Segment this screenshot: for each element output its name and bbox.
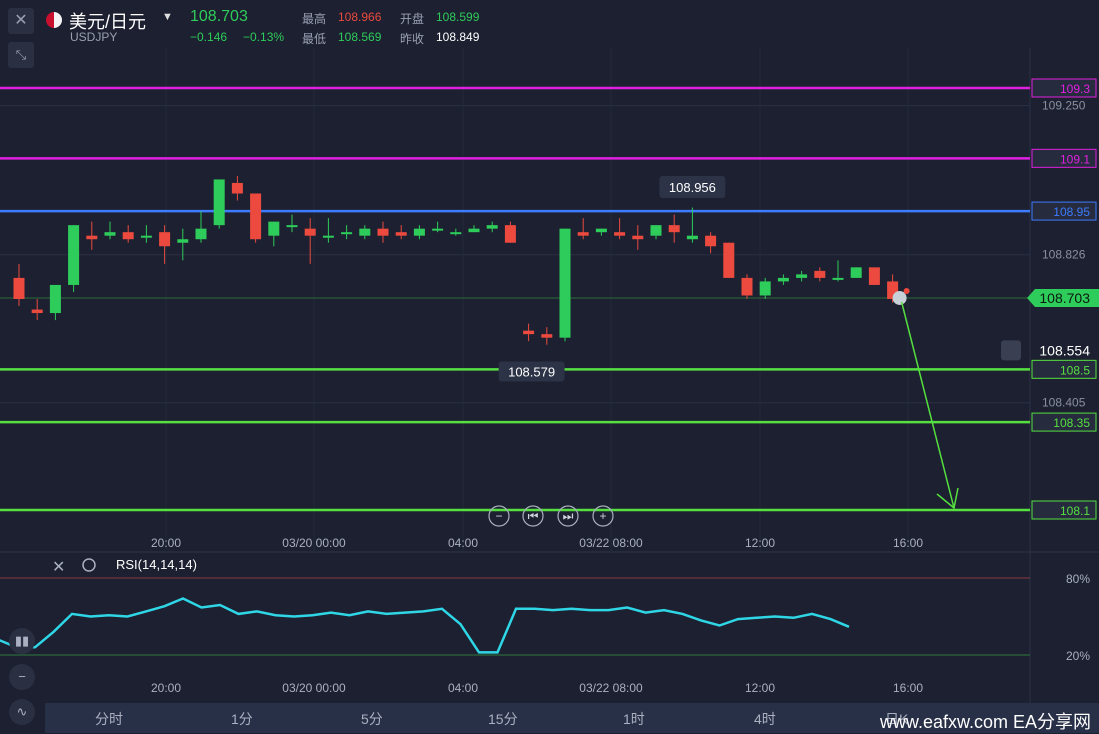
candle-body (450, 232, 462, 235)
tab-4h[interactable]: 4时 (754, 709, 776, 729)
candle-body (577, 232, 589, 236)
candle-body (705, 235, 717, 247)
candle-body (559, 228, 571, 338)
candle-body (468, 228, 480, 233)
chart-canvas[interactable]: 109.250 108.826 108.405 20:00 03/20 00:00 04:… (0, 0, 1099, 733)
x-tick-label: 20:00 (151, 536, 181, 550)
candle-body (304, 228, 316, 236)
candle-body (286, 225, 298, 228)
candle-body (413, 228, 425, 236)
zoom-out-icon-glyph: − (495, 509, 502, 523)
tab-1h[interactable]: 1时 (623, 709, 645, 729)
level-label: 108.95 (1053, 205, 1090, 219)
candle-body (632, 235, 644, 240)
candle-body (104, 232, 116, 236)
candle-body (504, 225, 516, 243)
prev-icon-glyph: ⏮ (528, 509, 539, 523)
candle-body (213, 179, 225, 226)
candle-body (231, 182, 243, 194)
rsi-tick-label: 20% (1066, 649, 1090, 663)
candle-body (122, 232, 134, 240)
x-tick-label: 04:00 (448, 536, 478, 550)
candle-body (322, 235, 334, 238)
candle-body (31, 309, 43, 314)
rsi-x-tick-label: 20:00 (151, 681, 181, 695)
candle-body (595, 228, 607, 233)
max-price-label: 108.956 (669, 180, 716, 195)
candle-body (759, 281, 771, 296)
level-label: 109.3 (1060, 82, 1090, 96)
tab-15min[interactable]: 15分 (488, 709, 518, 729)
candle-body (868, 267, 880, 285)
candle-body (614, 232, 626, 236)
rsi-x-tick-label: 03/20 00:00 (282, 681, 346, 695)
tab-5min[interactable]: 5分 (361, 709, 383, 729)
site-watermark: www.eafxw.com EA分享网 (879, 712, 1091, 732)
candle-body (159, 232, 171, 247)
candle-body (486, 225, 498, 229)
candle-body (850, 267, 862, 278)
candle-body (49, 284, 61, 314)
rsi-title: RSI(14,14,14) (116, 557, 197, 572)
candle-body (723, 242, 735, 278)
current-price-label: 108.703 (1039, 290, 1090, 306)
candle-body (686, 235, 698, 240)
candle-body (741, 277, 753, 296)
rsi-x-tick-label: 03/22 08:00 (579, 681, 643, 695)
rsi-line (0, 597, 850, 654)
candle-body (668, 225, 680, 233)
level-label: 108.1 (1060, 504, 1090, 518)
x-tick-label: 03/20 00:00 (282, 536, 346, 550)
forecast-arrowhead (936, 487, 959, 510)
candle-body (432, 228, 444, 231)
candle-body (86, 235, 98, 240)
y-tick-label: 108.826 (1042, 248, 1086, 262)
min-price-label: 108.579 (508, 365, 555, 380)
rsi-x-tick-label: 16:00 (893, 681, 923, 695)
zoom-in-icon-glyph: + (599, 509, 606, 523)
y-tick-label: 109.250 (1042, 99, 1086, 113)
rsi-x-tick-label: 04:00 (448, 681, 478, 695)
next-icon-glyph: ⏭ (563, 509, 574, 523)
candle-body (796, 274, 808, 278)
candle-body (68, 225, 80, 285)
tab-1min[interactable]: 1分 (231, 709, 253, 729)
candle-body (777, 277, 789, 282)
candle-body (541, 334, 553, 338)
candle-body (177, 239, 189, 243)
candle-body (13, 277, 25, 299)
volume-icon[interactable]: ▮▮ (9, 628, 35, 654)
minus-icon[interactable]: − (9, 664, 35, 690)
indicator-icon[interactable]: ∿ (9, 699, 35, 725)
marker-dot (903, 287, 910, 294)
alert-price-label: 108.554 (1039, 342, 1090, 358)
y-tick-label: 108.405 (1042, 396, 1086, 410)
candle-body (523, 330, 535, 335)
x-tick-label: 16:00 (893, 536, 923, 550)
level-label: 109.1 (1060, 152, 1090, 166)
candle-body (832, 277, 844, 280)
candle-body (268, 221, 280, 236)
x-tick-label: 03/22 08:00 (579, 536, 643, 550)
x-tick-label: 12:00 (745, 536, 775, 550)
bell-icon (1001, 340, 1021, 361)
candle-body (195, 228, 207, 240)
level-label: 108.35 (1053, 416, 1090, 430)
candle-body (341, 232, 353, 235)
level-label: 108.5 (1060, 363, 1090, 377)
forecast-arrow (900, 301, 955, 509)
candle-body (395, 232, 407, 236)
tab-time-share[interactable]: 分时 (95, 709, 123, 729)
candle-body (377, 228, 389, 236)
candle-body (650, 225, 662, 236)
candle-body (250, 193, 262, 240)
candle-body (814, 270, 826, 278)
rsi-x-tick-label: 12:00 (745, 681, 775, 695)
settings-icon[interactable] (82, 558, 96, 572)
rsi-tick-label: 80% (1066, 572, 1090, 586)
candle-body (140, 235, 152, 238)
candle-body (359, 228, 371, 236)
close-icon[interactable]: ✕ (52, 559, 65, 576)
